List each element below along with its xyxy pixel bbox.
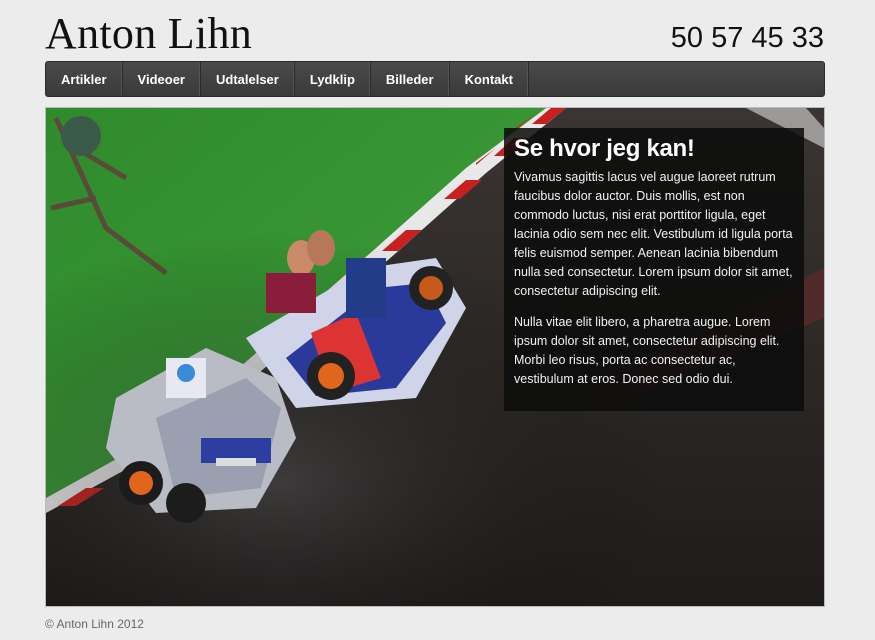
nav-item-udtalelser[interactable]: Udtalelser bbox=[201, 62, 295, 96]
main-navbar: Artikler Videoer Udtalelser Lydklip Bill… bbox=[45, 61, 825, 97]
phone-number: 50 57 45 33 bbox=[670, 22, 824, 54]
site-title[interactable]: Anton Lihn bbox=[45, 8, 252, 60]
hero-caption: Se hvor jeg kan! Vivamus sagittis lacus … bbox=[504, 128, 804, 411]
nav-item-lydklip[interactable]: Lydklip bbox=[295, 62, 371, 96]
caption-paragraph-1: Vivamus sagittis lacus vel augue laoreet… bbox=[514, 170, 793, 298]
nav-item-billeder[interactable]: Billeder bbox=[371, 62, 450, 96]
caption-paragraph-2: Nulla vitae elit libero, a pharetra augu… bbox=[514, 315, 780, 386]
nav-item-kontakt[interactable]: Kontakt bbox=[450, 62, 529, 96]
caption-heading: Se hvor jeg kan! bbox=[514, 135, 695, 162]
nav-item-artikler[interactable]: Artikler bbox=[46, 62, 123, 96]
footer-copyright: © Anton Lihn 2012 bbox=[45, 617, 144, 631]
nav-item-videoer[interactable]: Videoer bbox=[123, 62, 201, 96]
